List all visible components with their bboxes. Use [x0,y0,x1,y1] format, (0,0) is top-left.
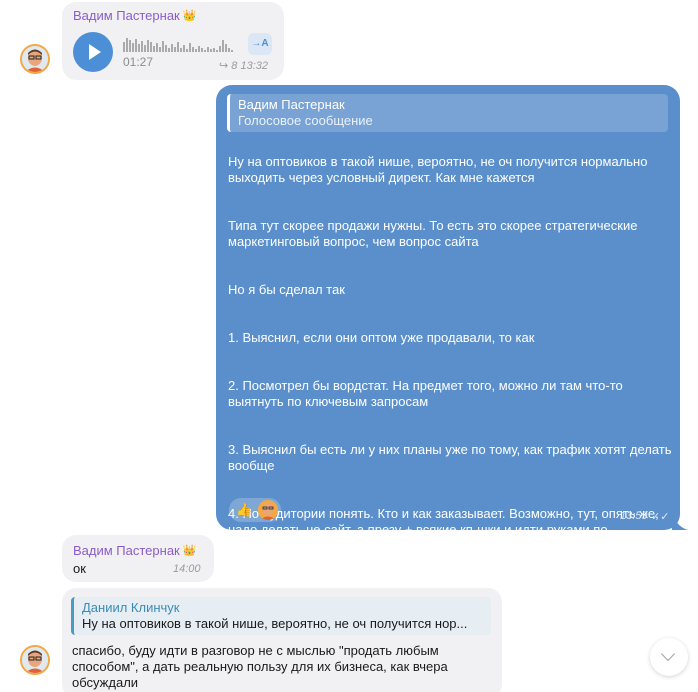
bubble-tail [672,508,688,530]
reply-quote[interactable]: Даниил Клинчук Ну на оптовиков в такой н… [71,597,491,635]
message-text: спасибо, буду идти в разговор не с мысль… [72,643,448,690]
avatar-image [22,647,48,673]
chevron-down-icon[interactable] [650,638,688,676]
avatar[interactable] [20,645,50,675]
reply-author: Вадим Пастернак [238,97,345,112]
message-paragraph: 1. Выяснил, если они оптом уже продавали… [228,330,535,345]
message-paragraph: 4. По аудитории понять. Кто и как заказы… [228,506,659,553]
crown-icon: 👑 [182,545,197,557]
sender-name-text: Вадим Пастернак [73,8,180,23]
chat-view: Вадим Пастернак 👑 01:27 →A ↪ 8 13:32 Вад… [0,0,698,692]
sender-name-text: Вадим Пастернак [73,543,180,558]
message-time: 13:59 [620,510,648,522]
sender-name[interactable]: Вадим Пастернак 👑 [73,8,196,24]
message-paragraph: Типа тут скорее продажи нужны. То есть э… [228,218,638,249]
reply-preview: Голосовое сообщение [238,113,373,128]
forward-icon: ↪ [219,60,229,72]
reaction-chip[interactable]: 👍 [229,498,281,522]
voice-duration: 01:27 [123,55,154,69]
double-check-icon: ✓✓ [651,511,670,523]
reply-author: Даниил Клинчук [82,600,180,615]
waveform-icon[interactable] [123,36,238,52]
like-icon: 👍 [236,502,253,517]
message-paragraph: 2. Посмотрел бы вордстат. На предмет тог… [228,378,623,409]
reaction-avatar [258,500,278,520]
play-icon[interactable] [73,32,113,72]
message-paragraph: Ну на оптовиков в такой нише, вероятно, … [228,154,648,185]
message-text: Ну на оптовиков в такой нише, вероятно, … [228,138,673,634]
message-paragraph: 3. Выяснил бы есть ли у них планы уже по… [228,442,672,473]
transcribe-icon[interactable]: →A [248,33,272,55]
message-time: 14:00 [173,563,201,575]
message-text: ок [73,561,86,576]
crown-icon: 👑 [182,10,197,22]
avatar[interactable] [20,44,50,74]
avatar-image [22,46,48,72]
sender-name[interactable]: Вадим Пастернак 👑 [73,543,196,559]
message-meta: ↪ 8 13:32 [219,59,268,72]
reply-quote[interactable]: Вадим Пастернак Голосовое сообщение [227,94,668,132]
message-paragraph: Но я бы сделал так [228,282,345,297]
views-time: 8 13:32 [231,60,268,72]
reply-preview: Ну на оптовиков в такой нише, вероятно, … [82,616,468,631]
